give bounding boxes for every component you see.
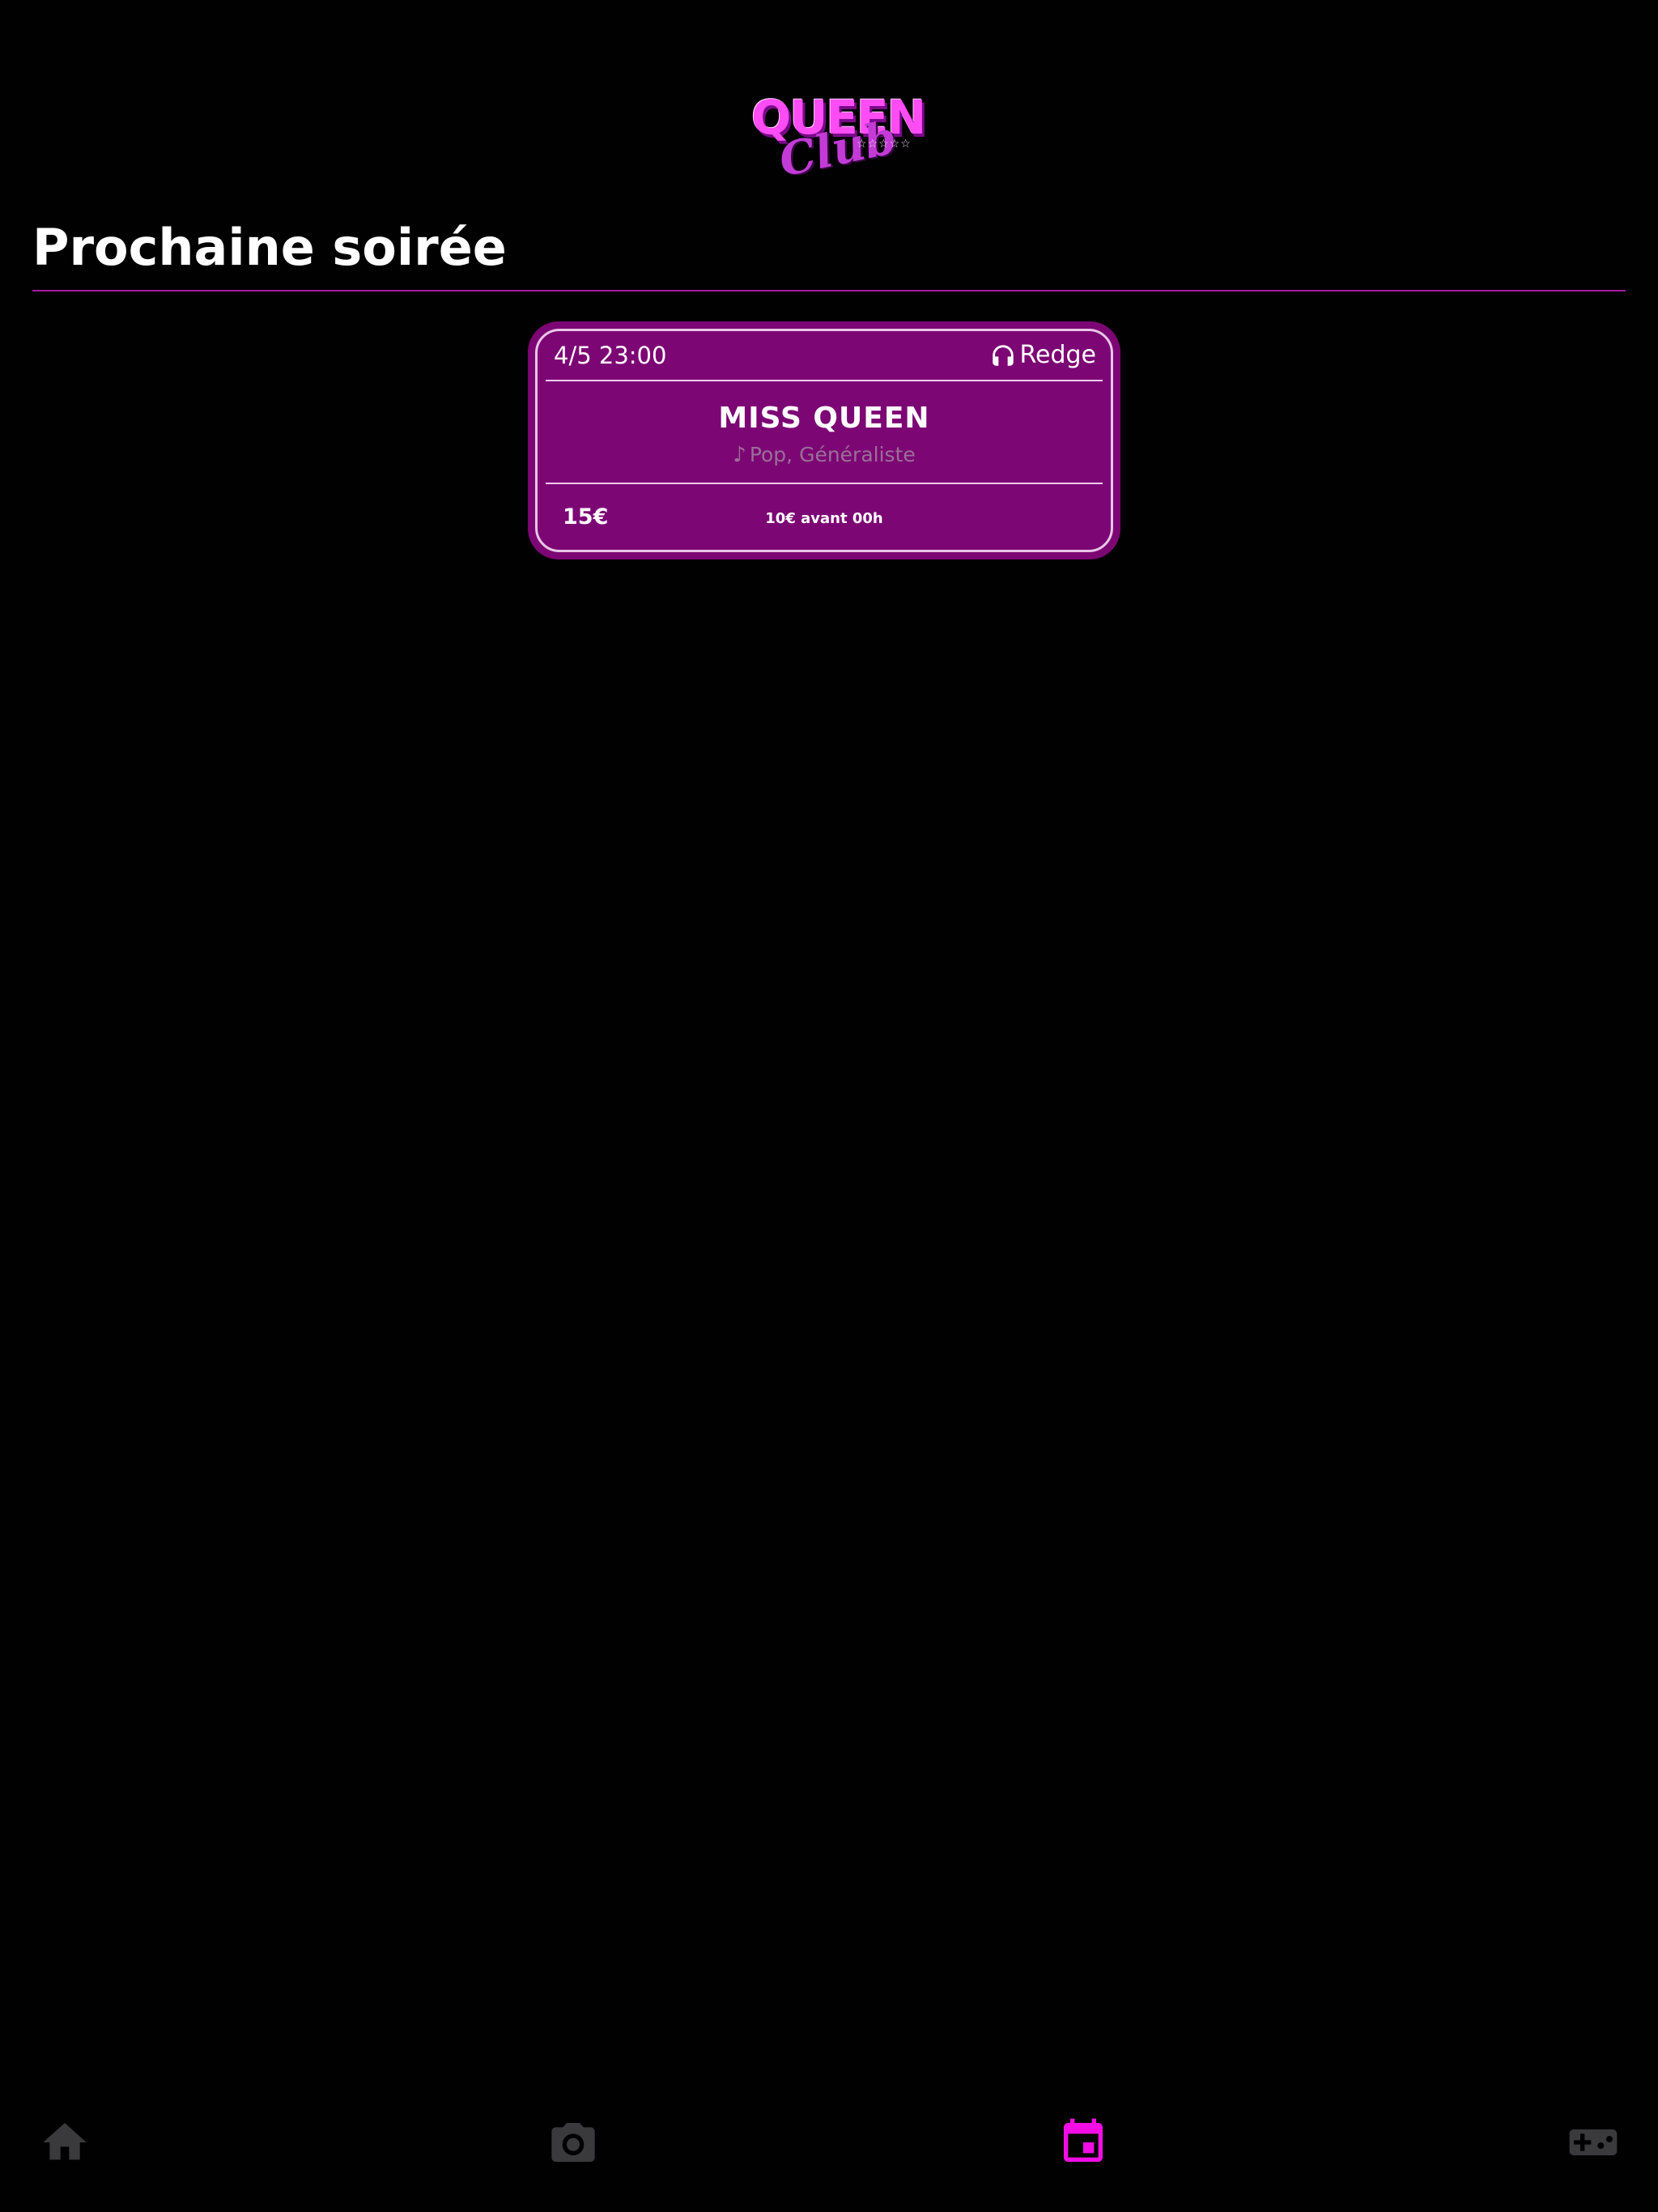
nav-games[interactable] (1561, 2110, 1626, 2175)
card-divider-top (546, 380, 1103, 381)
event-promo: 10€ avant 00h (765, 510, 883, 527)
card-divider-bottom (546, 483, 1103, 484)
title-divider (32, 290, 1626, 291)
nav-events[interactable] (1051, 2110, 1116, 2175)
nav-camera[interactable] (541, 2110, 606, 2175)
event-card[interactable]: 4/5 23:00 Redge MISS QUEEN ♪ Pop, Général… (528, 321, 1120, 559)
logo: QUEEN Club ☆☆☆☆☆ (748, 89, 926, 187)
logo-stars: ☆☆☆☆☆ (857, 138, 912, 151)
page-title: Prochaine soirée (32, 218, 507, 277)
dj-name: Redge (1019, 341, 1097, 369)
headphones-icon (992, 345, 1014, 366)
bottom-nav (0, 2091, 1658, 2212)
gamepad-icon (1569, 2129, 1618, 2155)
calendar-icon (1064, 2118, 1103, 2162)
camera-icon (551, 2123, 595, 2162)
home-icon (43, 2123, 87, 2160)
nav-home[interactable] (32, 2110, 97, 2175)
genre-label: Pop, Généraliste (749, 443, 916, 466)
music-note-icon: ♪ (733, 443, 746, 467)
event-genre: ♪ Pop, Généraliste (538, 441, 1111, 469)
event-date: 4/5 23:00 (554, 342, 667, 369)
event-card-frame: 4/5 23:00 Redge MISS QUEEN ♪ Pop, Général… (535, 329, 1113, 552)
event-dj: Redge (989, 339, 1097, 372)
event-name: MISS QUEEN (718, 402, 930, 435)
